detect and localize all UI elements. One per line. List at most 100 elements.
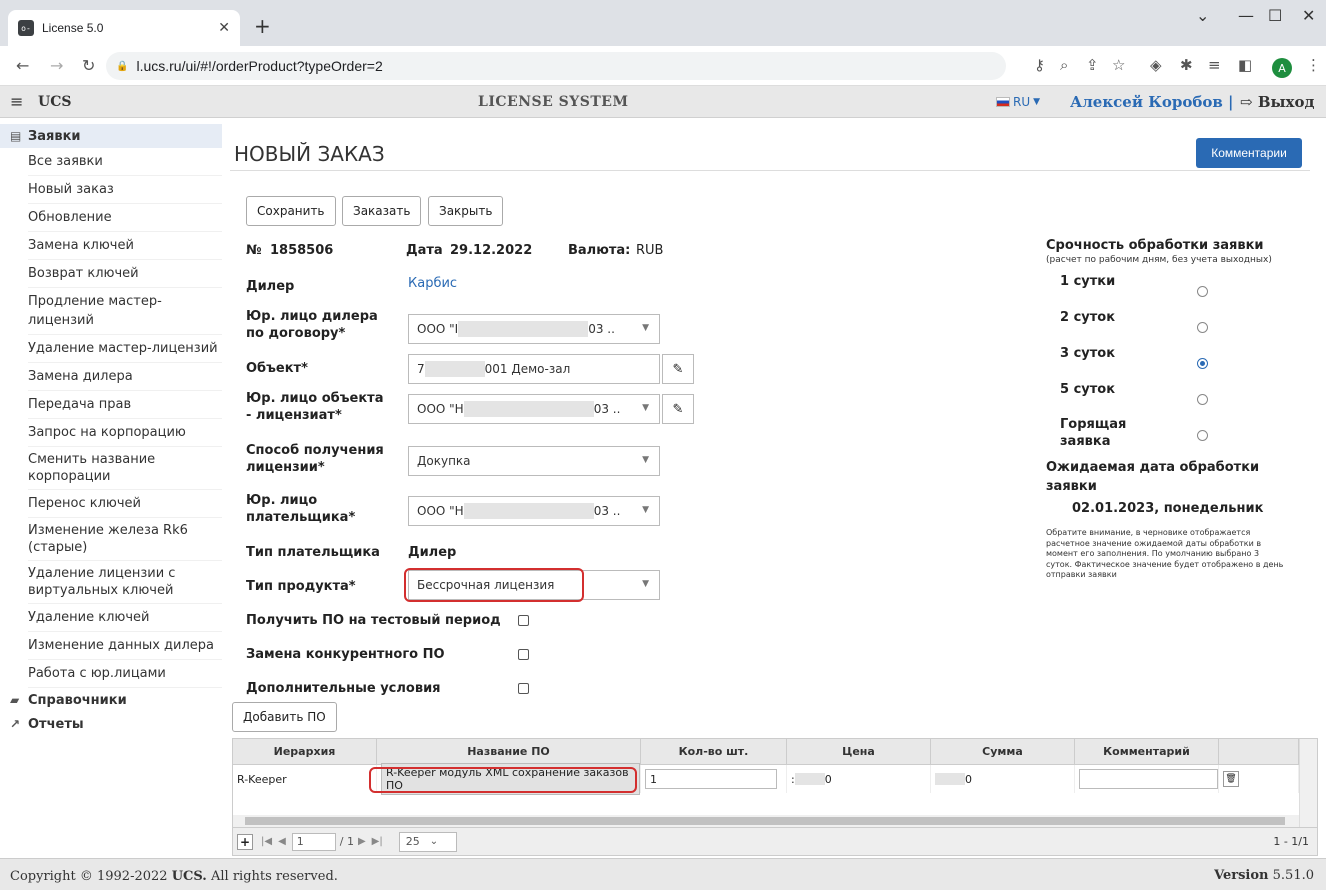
last-page-icon[interactable]: ▶| bbox=[372, 836, 383, 847]
sidebar-item-rk6-hardware[interactable]: Изменение железа Rk6 (старые) bbox=[28, 518, 222, 561]
date-value: 29.12.2022 bbox=[450, 243, 533, 258]
browser-tab[interactable]: o- License 5.0 ✕ bbox=[8, 10, 240, 46]
object-field[interactable]: 7 001 Демо-зал bbox=[408, 354, 660, 384]
tab-search-icon[interactable]: ⌄ bbox=[1196, 6, 1209, 25]
sidebar-item-corp-rename[interactable]: Сменить название корпорации bbox=[28, 447, 222, 490]
browser-menu-icon[interactable]: ⋮ bbox=[1306, 56, 1321, 74]
next-page-icon[interactable]: ▶ bbox=[358, 836, 366, 847]
grid-horizontal-scrollbar[interactable] bbox=[233, 815, 1299, 827]
edit-object-button[interactable]: ✎ bbox=[662, 354, 694, 384]
payer-select[interactable]: ООО "Н 03 .. ▼ bbox=[408, 496, 660, 526]
urgency-radio-1[interactable] bbox=[1197, 286, 1208, 297]
sidebar-item-master-delete[interactable]: Удаление мастер-лицензий bbox=[28, 335, 222, 363]
column-header-sum[interactable]: Сумма bbox=[931, 739, 1075, 764]
dealer-label: Дилер bbox=[246, 279, 295, 294]
save-button[interactable]: Сохранить bbox=[246, 196, 336, 226]
licensee-select[interactable]: ООО "Н 03 .. ▼ bbox=[408, 394, 660, 424]
cell-comment[interactable] bbox=[1075, 765, 1219, 793]
software-grid: Иерархия Название ПО Кол-во шт. Цена Сум… bbox=[232, 738, 1318, 856]
sidebar-item-master-extend[interactable]: Продление мастер-лицензий bbox=[28, 288, 222, 335]
sidebar-item-virtual-license-delete[interactable]: Удаление лицензии с виртуальных ключей bbox=[28, 561, 222, 604]
trial-checkbox[interactable] bbox=[518, 615, 529, 626]
select-text: ООО "Н bbox=[417, 402, 464, 416]
side-panel-icon[interactable]: ◧ bbox=[1238, 56, 1252, 74]
extensions-puzzle-icon[interactable]: ✱ bbox=[1180, 56, 1193, 74]
scrollbar-thumb[interactable] bbox=[245, 817, 1285, 825]
column-header-price[interactable]: Цена bbox=[787, 739, 931, 764]
main-content: НОВЫЙ ЗАКАЗ Комментарии Сохранить Заказа… bbox=[222, 118, 1326, 858]
zoom-icon[interactable]: ⌕ bbox=[1060, 56, 1068, 74]
language-dropdown[interactable]: RU ▼ bbox=[996, 95, 1040, 109]
back-icon[interactable]: ← bbox=[16, 56, 29, 75]
column-header-qty[interactable]: Кол-во шт. bbox=[641, 739, 787, 764]
sidebar-item-update[interactable]: Обновление bbox=[28, 204, 222, 232]
sidebar-group-reports[interactable]: ↗ Отчеты bbox=[0, 712, 222, 736]
minimize-icon[interactable]: — bbox=[1238, 6, 1254, 25]
column-header-comment[interactable]: Комментарий bbox=[1075, 739, 1219, 764]
first-page-icon[interactable]: |◀ bbox=[261, 836, 272, 847]
logout-button[interactable]: ⇨ Выход bbox=[1240, 93, 1314, 111]
shield-extension-icon[interactable]: ◈ bbox=[1150, 56, 1162, 74]
add-software-button[interactable]: Добавить ПО bbox=[232, 702, 337, 732]
comment-input[interactable] bbox=[1079, 769, 1218, 789]
redacted-block bbox=[794, 773, 825, 785]
page-size-select[interactable]: 25 ⌄ bbox=[398, 831, 457, 852]
trash-icon[interactable]: 🗑 bbox=[1223, 771, 1239, 787]
copyright-brand: UCS. bbox=[171, 869, 207, 884]
urgency-radio-5[interactable] bbox=[1197, 394, 1208, 405]
urgency-radio-3[interactable] bbox=[1197, 358, 1208, 369]
column-header-hierarchy[interactable]: Иерархия bbox=[233, 739, 377, 764]
reload-icon[interactable]: ↻ bbox=[82, 56, 95, 75]
sidebar-group-orders[interactable]: ▤ Заявки bbox=[0, 124, 222, 148]
competitor-label: Замена конкурентного ПО bbox=[246, 647, 445, 662]
url-field[interactable]: 🔒 l.ucs.ru/ui/#!/orderProduct?typeOrder=… bbox=[106, 52, 1006, 80]
close-button[interactable]: Закрыть bbox=[428, 196, 504, 226]
user-name[interactable]: Алексей Коробов | bbox=[1070, 93, 1233, 111]
chevron-down-icon: ▼ bbox=[642, 323, 649, 333]
prev-page-icon[interactable]: ◀ bbox=[278, 836, 286, 847]
profile-avatar[interactable]: A bbox=[1272, 58, 1292, 78]
sidebar-item-dealer-data[interactable]: Изменение данных дилера bbox=[28, 632, 222, 660]
dealer-link[interactable]: Карбис bbox=[408, 276, 457, 291]
page-input[interactable]: 1 bbox=[291, 832, 336, 851]
maximize-icon[interactable]: ☐ bbox=[1268, 6, 1282, 25]
cell-qty[interactable]: 1 bbox=[641, 765, 787, 793]
reading-list-icon[interactable]: ≡ bbox=[1208, 56, 1221, 74]
new-tab-button[interactable]: + bbox=[254, 14, 271, 38]
grid-vertical-scrollbar[interactable] bbox=[1299, 739, 1317, 835]
share-icon[interactable]: ⇪ bbox=[1086, 56, 1099, 74]
urgency-subtitle: (расчет по рабочим дням, без учета выход… bbox=[1046, 255, 1272, 265]
tab-close-icon[interactable]: ✕ bbox=[218, 20, 230, 36]
brand-logo-text[interactable]: UCS bbox=[38, 94, 71, 110]
forward-icon[interactable]: → bbox=[50, 56, 63, 75]
column-header-name[interactable]: Название ПО bbox=[377, 739, 641, 764]
qty-input[interactable]: 1 bbox=[645, 769, 777, 789]
method-select[interactable]: Докупка ▼ bbox=[408, 446, 660, 476]
key-icon[interactable]: ⚷ bbox=[1034, 56, 1045, 74]
sidebar-item-rights-transfer[interactable]: Передача прав bbox=[28, 391, 222, 419]
sidebar-item-all-orders[interactable]: Все заявки bbox=[28, 148, 222, 176]
sidebar-item-key-return[interactable]: Возврат ключей bbox=[28, 260, 222, 288]
edit-licensee-button[interactable]: ✎ bbox=[662, 394, 694, 424]
sidebar-item-key-replace[interactable]: Замена ключей bbox=[28, 232, 222, 260]
extra-conditions-checkbox[interactable] bbox=[518, 683, 529, 694]
sidebar-item-legal-entities[interactable]: Работа с юр.лицами bbox=[28, 660, 222, 688]
urgency-radio-2[interactable] bbox=[1197, 322, 1208, 333]
sidebar-item-corp-request[interactable]: Запрос на корпорацию bbox=[28, 419, 222, 447]
bookmark-star-icon[interactable]: ☆ bbox=[1112, 56, 1125, 74]
sidebar-item-key-move[interactable]: Перенос ключей bbox=[28, 490, 222, 518]
sidebar-group-references[interactable]: ▰ Справочники bbox=[0, 688, 222, 712]
order-button[interactable]: Заказать bbox=[342, 196, 422, 226]
sidebar-item-new-order[interactable]: Новый заказ bbox=[28, 176, 222, 204]
urgency-radio-hot[interactable] bbox=[1197, 430, 1208, 441]
book-icon: ▰ bbox=[10, 693, 20, 707]
sidebar-item-key-delete[interactable]: Удаление ключей bbox=[28, 604, 222, 632]
add-row-button[interactable]: + bbox=[237, 833, 253, 850]
dealer-entity-select[interactable]: ООО "I 03 .. ▼ bbox=[408, 314, 660, 344]
hamburger-menu-icon[interactable]: ≡ bbox=[10, 92, 23, 111]
competitor-checkbox[interactable] bbox=[518, 649, 529, 660]
payer-type-value: Дилер bbox=[408, 545, 457, 560]
sidebar-item-dealer-replace[interactable]: Замена дилера bbox=[28, 363, 222, 391]
window-close-icon[interactable]: ✕ bbox=[1302, 6, 1315, 25]
comments-button[interactable]: Комментарии bbox=[1196, 138, 1302, 168]
